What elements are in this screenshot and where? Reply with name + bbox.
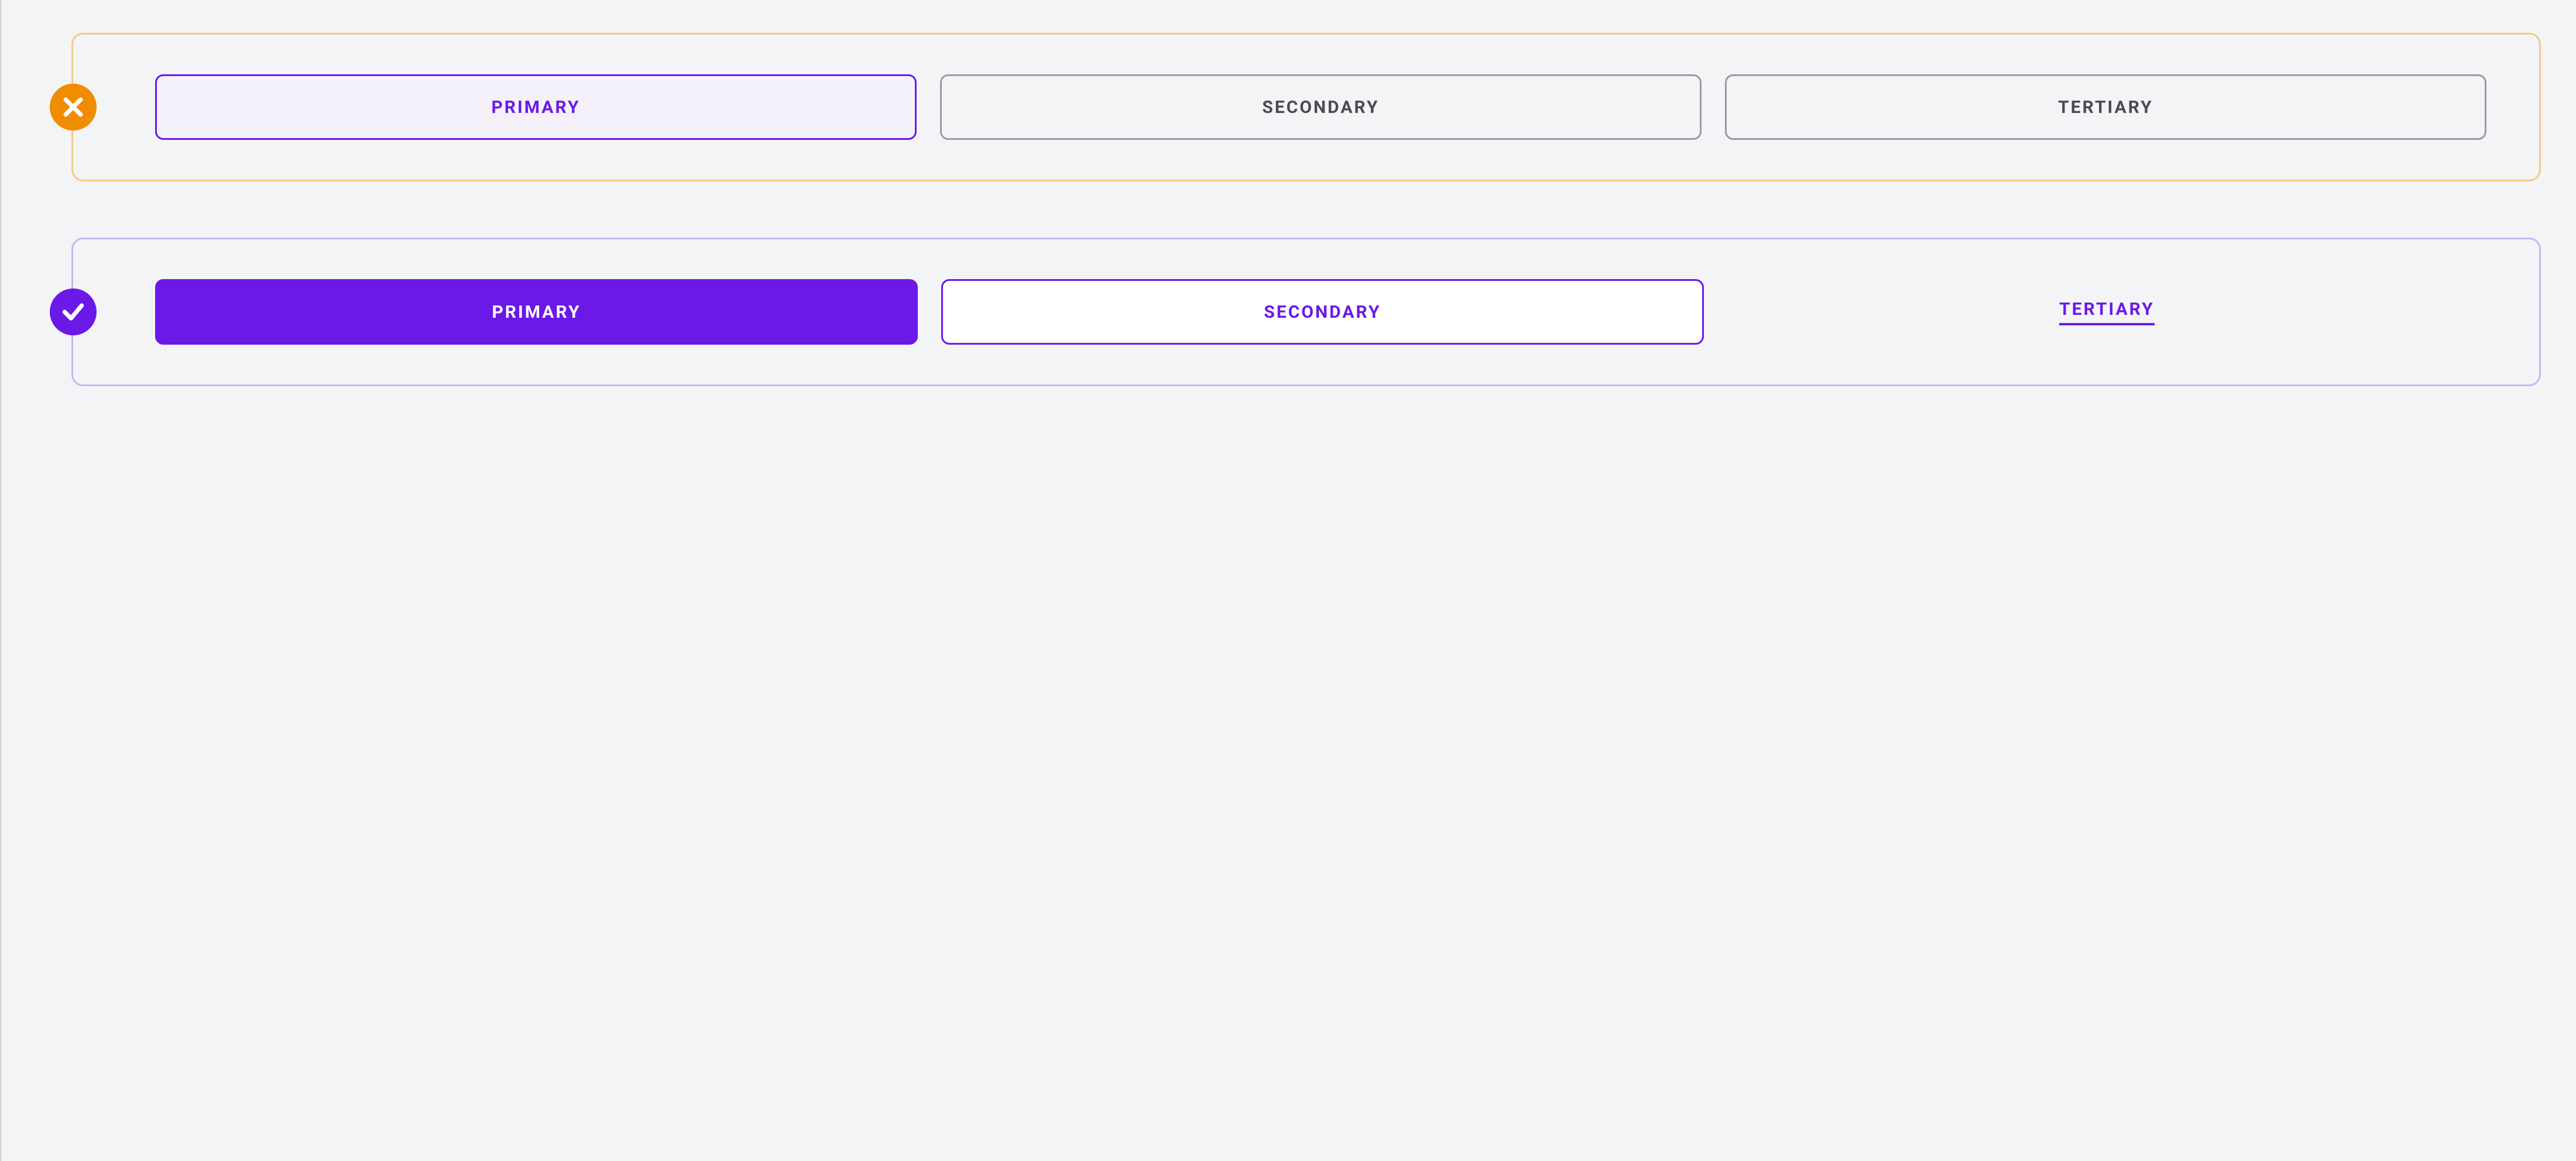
button-label: PRIMARY xyxy=(491,97,580,118)
dont-primary-button[interactable]: PRIMARY xyxy=(155,74,917,140)
do-primary-button[interactable]: PRIMARY xyxy=(155,279,918,345)
check-badge xyxy=(50,288,97,335)
do-panel: PRIMARY SECONDARY TERTIARY xyxy=(71,238,2541,386)
check-icon xyxy=(60,299,86,325)
button-label: SECONDARY xyxy=(1262,97,1379,118)
dont-secondary-button[interactable]: SECONDARY xyxy=(940,74,1702,140)
button-label: SECONDARY xyxy=(1264,302,1381,322)
do-secondary-button[interactable]: SECONDARY xyxy=(941,279,1704,345)
cross-icon xyxy=(60,94,86,120)
button-label: TERTIARY xyxy=(2059,299,2155,325)
dont-tertiary-button[interactable]: TERTIARY xyxy=(1725,74,2486,140)
dont-panel: PRIMARY SECONDARY TERTIARY xyxy=(71,33,2541,181)
cross-badge xyxy=(50,84,97,130)
button-label: TERTIARY xyxy=(2058,97,2153,118)
do-tertiary-button[interactable]: TERTIARY xyxy=(1727,279,2486,345)
button-label: PRIMARY xyxy=(492,302,581,322)
